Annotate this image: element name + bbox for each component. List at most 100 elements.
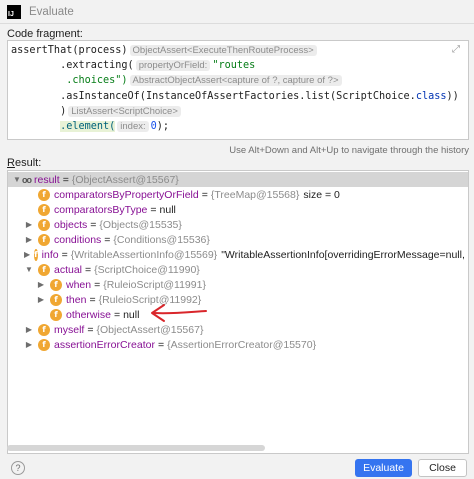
code-text: .extracting( — [60, 60, 134, 72]
object-reference: {Objects@15535} — [99, 218, 182, 231]
object-reference: {RuleioScript@11992} — [98, 293, 202, 306]
tree-row-result[interactable]: ▼ oo result = {ObjectAssert@15567} — [8, 172, 468, 187]
window-title: Evaluate — [29, 5, 74, 18]
field-icon: f — [38, 263, 50, 276]
param-hint: index: — [117, 120, 149, 132]
value-text: size = 0 — [303, 188, 340, 201]
tree-row-objects[interactable]: ▶ f objects = {Objects@15535} — [8, 217, 468, 232]
equals-sign: = — [90, 218, 97, 231]
field-name: actual — [54, 263, 83, 276]
type-hint: AbstractObjectAssert<capture of ?, captu… — [129, 75, 342, 87]
tree-row-actual[interactable]: ▼ f actual = {ScriptChoice@11990} — [8, 262, 468, 277]
expand-arrow-icon[interactable]: ▶ — [24, 250, 30, 259]
evaluate-button[interactable]: Evaluate — [355, 459, 412, 477]
field-name: assertionErrorCreator — [54, 338, 155, 351]
equals-sign: = — [87, 323, 94, 336]
result-label-text: esult: — [14, 157, 42, 169]
watch-result-icon: oo — [22, 174, 32, 185]
string-literal: .choices") — [66, 75, 128, 87]
field-name: otherwise — [66, 308, 111, 321]
equals-sign: = — [89, 293, 96, 306]
object-reference: {ScriptChoice@11990} — [94, 263, 200, 276]
code-line-2: .extracting(propertyOrField: "routes — [8, 58, 468, 73]
value-text: "WritableAssertionInfo[overridingErrorMe… — [221, 248, 468, 261]
code-text: assertThat(process) — [11, 45, 128, 56]
close-button[interactable]: Close — [418, 459, 467, 477]
equals-sign: = — [201, 188, 208, 201]
navigation-hint: Use Alt+Down and Alt+Up to navigate thro… — [229, 145, 469, 156]
code-line-4: .asInstanceOf(InstanceOfAssertFactories.… — [8, 89, 468, 104]
equals-sign: = — [94, 278, 101, 291]
tree-row-myself[interactable]: ▶ f myself = {ObjectAssert@15567} — [8, 322, 468, 337]
type-hint: ListAssert<ScriptChoice> — [68, 105, 181, 117]
expand-arrow-icon[interactable]: ▶ — [36, 280, 46, 289]
string-literal: "routes — [212, 60, 256, 72]
field-name: then — [66, 293, 87, 306]
field-icon: f — [38, 323, 50, 336]
code-text: ) — [60, 105, 67, 117]
tree-row-comparators-by-type[interactable]: f comparatorsByType = null — [8, 202, 468, 217]
code-text: .asInstanceOf(InstanceOfAssertFactories.… — [60, 90, 416, 102]
code-fragment-editor[interactable]: assertThat(process) ObjectAssert<ExecuteT… — [7, 40, 469, 140]
field-name: objects — [54, 218, 88, 231]
tree-row-comparators-by-property[interactable]: f comparatorsByPropertyOrField = {TreeMa… — [8, 187, 468, 202]
equals-sign: = — [61, 248, 68, 261]
field-icon: f — [50, 293, 62, 306]
param-hint: propertyOrField: — [135, 60, 211, 72]
tree-row-conditions[interactable]: ▶ f conditions = {Conditions@15536} — [8, 232, 468, 247]
equals-sign: = — [157, 338, 165, 351]
code-text: )) — [446, 90, 459, 102]
object-reference: {WritableAssertionInfo@15569} — [70, 248, 218, 261]
collapse-arrow-icon[interactable]: ▼ — [24, 265, 34, 274]
code-line-1: assertThat(process) ObjectAssert<ExecuteT… — [8, 43, 468, 58]
code-line-5: ) ListAssert<ScriptChoice> — [8, 104, 468, 119]
field-name: info — [41, 248, 59, 261]
expand-arrow-icon[interactable]: ▶ — [24, 220, 34, 229]
expand-arrow-icon[interactable]: ▶ — [36, 295, 46, 304]
type-hint: ObjectAssert<ExecuteThenRouteProcess> — [129, 45, 317, 56]
expand-arrow-icon[interactable]: ▶ — [24, 235, 34, 244]
result-tree[interactable]: ▼ oo result = {ObjectAssert@15567} f com… — [7, 170, 469, 454]
code-text: ); — [156, 120, 170, 132]
tree-row-when[interactable]: ▶ f when = {RuleioScript@11991} — [8, 277, 468, 292]
field-icon: f — [50, 278, 62, 291]
tree-row-info[interactable]: ▶ f info = {WritableAssertionInfo@15569}… — [8, 247, 468, 262]
object-reference: {ObjectAssert@15567} — [71, 173, 179, 186]
object-reference: {ObjectAssert@15567} — [96, 323, 204, 336]
code-fragment-label: Code fragment: — [7, 28, 83, 40]
field-name: result — [34, 173, 60, 186]
field-icon: f — [38, 203, 50, 216]
equals-sign: = — [85, 263, 92, 276]
equals-sign: = — [62, 173, 69, 186]
field-icon: f — [38, 338, 50, 351]
equals-sign: = — [150, 203, 157, 216]
code-line-6: .element(index: 0); — [8, 119, 468, 134]
equals-sign: = — [113, 308, 121, 321]
tree-row-assertion-error-creator[interactable]: ▶ f assertionErrorCreator = {AssertionEr… — [8, 337, 468, 352]
field-name: comparatorsByPropertyOrField — [54, 188, 199, 201]
result-label-mnemonic: R — [7, 157, 15, 169]
tree-row-otherwise[interactable]: f otherwise = null — [8, 307, 468, 322]
expand-icon[interactable]: ⤢ — [452, 45, 462, 55]
object-reference: {Conditions@15536} — [113, 233, 210, 246]
title-bar: IJ Evaluate — [0, 0, 474, 24]
expand-arrow-icon[interactable]: ▶ — [24, 340, 34, 349]
horizontal-scrollbar[interactable] — [7, 445, 265, 451]
intellij-app-icon: IJ — [7, 4, 21, 19]
help-button[interactable]: ? — [11, 461, 25, 475]
field-icon: f — [38, 188, 50, 201]
field-icon: f — [34, 248, 38, 261]
keyword: class — [415, 90, 447, 102]
value-text: null — [159, 203, 176, 216]
field-name: myself — [54, 323, 85, 336]
equals-sign: = — [104, 233, 111, 246]
collapse-arrow-icon[interactable]: ▼ — [12, 175, 22, 184]
expand-arrow-icon[interactable]: ▶ — [24, 325, 34, 334]
tree-row-then[interactable]: ▶ f then = {RuleioScript@11992} — [8, 292, 468, 307]
object-reference: {RuleioScript@11991} — [103, 278, 206, 291]
object-reference: {TreeMap@15568} — [210, 188, 300, 201]
field-name: comparatorsByType — [54, 203, 148, 216]
field-icon: f — [38, 233, 50, 246]
field-icon: f — [50, 308, 62, 321]
result-label: Result: — [7, 157, 41, 169]
